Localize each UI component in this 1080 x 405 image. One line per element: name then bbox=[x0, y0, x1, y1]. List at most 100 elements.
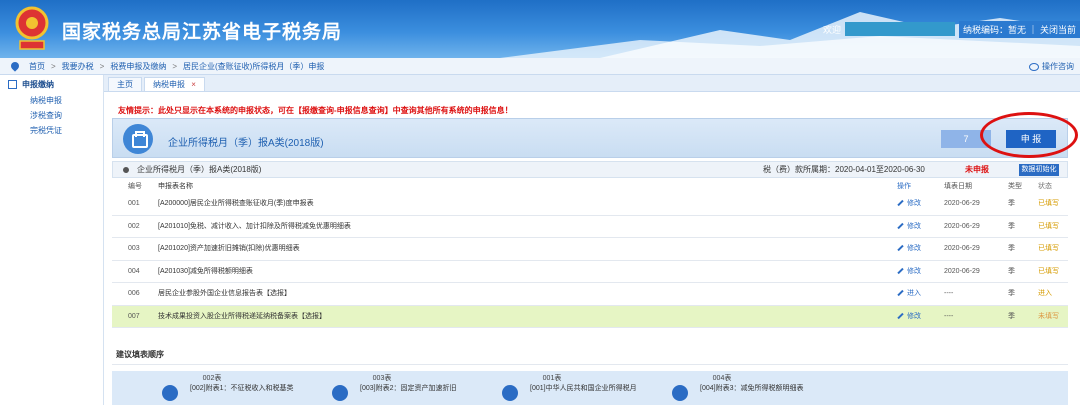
step-item[interactable]: 001表 [001]中华人民共和国企业所得税月 bbox=[472, 371, 637, 405]
init-data-button[interactable]: 数据初始化 bbox=[1019, 164, 1059, 176]
edit-link[interactable]: 修改 bbox=[897, 238, 921, 260]
row-status: 进入 bbox=[1038, 290, 1052, 297]
site-header: 国家税务总局江苏省电子税务局 欢迎 纳税编码：暂无 ｜ 关闭当前 bbox=[0, 0, 1080, 58]
tax-period: 税（费）款所属期：2020-04-01至2020-06-30 bbox=[763, 165, 925, 174]
row-status: 已填写 bbox=[1038, 267, 1059, 275]
enter-label: 进入 bbox=[907, 290, 921, 297]
table-row: 003 [A201020]资产加速折旧摊销(扣除)优惠明细表 修改 2020-0… bbox=[112, 238, 1068, 261]
step-icon bbox=[672, 385, 688, 401]
row-status: 已填写 bbox=[1038, 200, 1059, 207]
edit-label: 修改 bbox=[907, 312, 921, 320]
declare-button[interactable]: 申 报 bbox=[1006, 130, 1056, 148]
pencil-icon bbox=[897, 222, 904, 229]
suggest-title: 建议填表顺序 bbox=[112, 349, 1068, 365]
tab-home[interactable]: 主页 bbox=[108, 77, 142, 91]
sidebar-head-label: 申报缴纳 bbox=[22, 79, 54, 89]
row-date: ---- bbox=[944, 290, 954, 297]
crumb-declare[interactable]: 税费申报及缴纳 bbox=[110, 61, 166, 72]
table-row: 007 技术成果投资入股企业所得税递延纳税备案表【选报】 修改 ---- 季 未… bbox=[112, 305, 1068, 328]
crumb-separator: > bbox=[51, 61, 56, 71]
table-row: 001 [A200000]居民企业所得税查账征收月(季)度申报表 修改 2020… bbox=[112, 193, 1068, 216]
step-desc: [002]附表1：不征税收入和税基类 bbox=[190, 385, 294, 392]
site-title: 国家税务总局江苏省电子税务局 bbox=[62, 22, 343, 43]
edit-link[interactable]: 修改 bbox=[897, 193, 921, 215]
enter-link[interactable]: 进入 bbox=[897, 283, 921, 305]
edit-label: 修改 bbox=[907, 200, 921, 207]
row-type: 季 bbox=[1008, 222, 1015, 230]
header-date: 填表日期 bbox=[944, 183, 972, 190]
summary-name: 企业所得税月（季）报A类(2018版) bbox=[137, 165, 262, 174]
row-name[interactable]: 技术成果投资入股企业所得税递延纳税备案表【选报】 bbox=[158, 306, 326, 328]
radio-icon[interactable] bbox=[123, 166, 129, 173]
pencil-icon bbox=[897, 199, 904, 207]
tab-declare[interactable]: 纳税申报 × bbox=[144, 77, 205, 91]
count-button[interactable]: 7 bbox=[941, 130, 991, 148]
edit-link[interactable]: 修改 bbox=[897, 306, 921, 328]
row-type: 季 bbox=[1008, 200, 1015, 207]
pencil-icon bbox=[897, 244, 904, 252]
step-item[interactable]: 004表 [004]附表3：减免所得税额明细表 bbox=[642, 371, 804, 405]
row-date: 2020-06-29 bbox=[944, 267, 980, 275]
location-pin-icon bbox=[9, 60, 21, 72]
main-content: 友情提示：此处只显示在本系统的申报状态，可在【报缴查询-申报信息查询】中查询其他… bbox=[112, 100, 1078, 405]
row-name[interactable]: [A200000]居民企业所得税查账征收月(季)度申报表 bbox=[158, 193, 314, 215]
tab-declare-label: 纳税申报 bbox=[153, 80, 185, 89]
step-code: 002表 bbox=[202, 375, 222, 382]
help-label: 操作咨询 bbox=[1042, 62, 1074, 71]
step-desc: [003]附表2：固定资产加速折旧 bbox=[360, 385, 457, 392]
sidebar-item-certificate[interactable]: 完税凭证 bbox=[0, 123, 103, 138]
form-title: 企业所得税月（季）报A类(2018版) bbox=[168, 138, 324, 149]
header-name: 申报表名称 bbox=[158, 183, 193, 190]
row-name[interactable]: [A201020]资产加速折旧摊销(扣除)优惠明细表 bbox=[158, 238, 300, 260]
table-row: 002 [A201010]免税、减计收入、加计扣除及所得税减免优惠明细表 修改 … bbox=[112, 216, 1068, 238]
row-name[interactable]: 居民企业参股外国企业信息报告表【选报】 bbox=[158, 283, 291, 305]
row-type: 季 bbox=[1008, 290, 1015, 297]
help-link[interactable]: 操作咨询 bbox=[1029, 61, 1074, 72]
edit-link[interactable]: 修改 bbox=[897, 216, 921, 238]
close-icon[interactable]: × bbox=[191, 80, 196, 89]
welcome-text: 欢迎 bbox=[822, 24, 841, 35]
sidebar-head[interactable]: 申报缴纳 bbox=[0, 75, 103, 93]
row-type: 季 bbox=[1008, 245, 1015, 252]
row-status: 已填写 bbox=[1038, 222, 1059, 230]
header-no: 编号 bbox=[128, 183, 142, 190]
edit-label: 修改 bbox=[907, 245, 921, 252]
user-meta[interactable]: 纳税编码：暂无 ｜ 关闭当前 bbox=[958, 20, 1080, 38]
row-date: ---- bbox=[944, 312, 954, 320]
row-type: 季 bbox=[1008, 267, 1015, 275]
tab-home-label: 主页 bbox=[117, 80, 133, 89]
edit-label: 修改 bbox=[907, 222, 921, 230]
step-code: 004表 bbox=[712, 375, 732, 382]
row-date: 2020-06-29 bbox=[944, 222, 980, 230]
row-no: 003 bbox=[128, 245, 140, 252]
row-no: 004 bbox=[128, 267, 140, 275]
crumb-home[interactable]: 首页 bbox=[29, 61, 45, 72]
tax-emblem-icon bbox=[15, 6, 49, 50]
sidebar-item-declare[interactable]: 纳税申报 bbox=[0, 93, 103, 108]
step-icon bbox=[502, 385, 518, 401]
step-item[interactable]: 002表 [002]附表1：不征税收入和税基类 bbox=[132, 371, 294, 405]
row-no: 001 bbox=[128, 200, 140, 207]
step-icon bbox=[332, 385, 348, 401]
pencil-icon bbox=[897, 289, 904, 297]
step-item[interactable]: 003表 [003]附表2：固定资产加速折旧 bbox=[302, 371, 462, 405]
tab-bar: 主页 纳税申报 × bbox=[104, 75, 1080, 92]
row-date: 2020-06-29 bbox=[944, 245, 980, 252]
pencil-icon bbox=[897, 312, 904, 319]
form-table: 编号 申报表名称 操作 填表日期 类型 状态 001 [A200000]居民企业… bbox=[112, 181, 1068, 328]
edit-link[interactable]: 修改 bbox=[897, 261, 921, 283]
breadcrumb: 首页 > 我要办税 > 税费申报及缴纳 > 居民企业(查账征收)所得税月（季）申… bbox=[0, 58, 1080, 75]
sidebar-item-query[interactable]: 涉税查询 bbox=[0, 108, 103, 123]
row-name[interactable]: [A201010]免税、减计收入、加计扣除及所得税减免优惠明细表 bbox=[158, 216, 351, 238]
crumb-tax[interactable]: 我要办税 bbox=[62, 61, 94, 72]
step-desc: [004]附表3：减免所得税额明细表 bbox=[700, 385, 804, 392]
briefcase-icon bbox=[123, 124, 153, 154]
table-row: 006 居民企业参股外国企业信息报告表【选报】 进入 ---- 季 进入 bbox=[112, 283, 1068, 306]
form-panel: 企业所得税月（季）报A类(2018版) 7 申 报 bbox=[112, 118, 1068, 158]
row-status: 已填写 bbox=[1038, 245, 1059, 252]
sidebar: 申报缴纳 纳税申报 涉税查询 完税凭证 bbox=[0, 75, 104, 405]
row-name[interactable]: [A201030]减免所得税额明细表 bbox=[158, 261, 253, 283]
crumb-current: 居民企业(查账征收)所得税月（季）申报 bbox=[183, 61, 325, 71]
summary-bar: 企业所得税月（季）报A类(2018版) 税（费）款所属期：2020-04-01至… bbox=[112, 161, 1068, 178]
row-no: 002 bbox=[128, 222, 140, 230]
